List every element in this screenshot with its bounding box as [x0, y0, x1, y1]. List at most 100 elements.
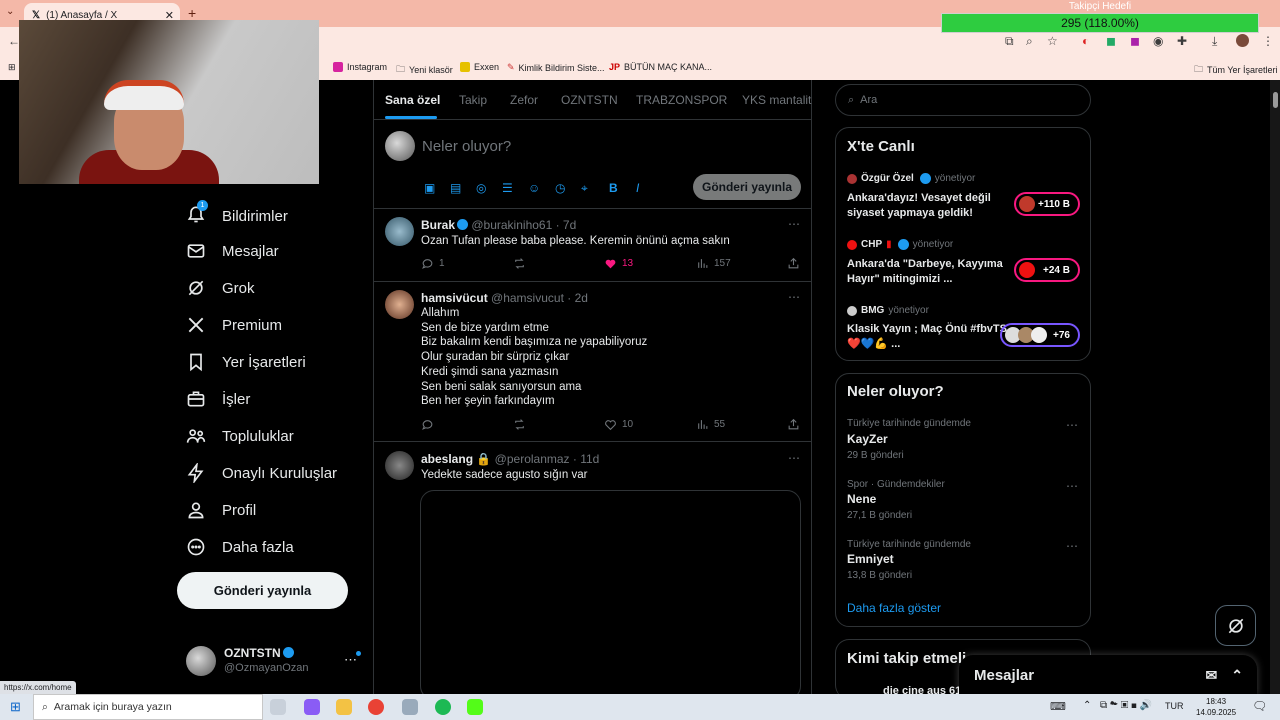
- expand-up-icon[interactable]: ⌃: [1231, 667, 1243, 684]
- nav-jobs[interactable]: İşler: [186, 389, 250, 409]
- nav-profile[interactable]: Profil: [186, 500, 256, 520]
- all-bookmarks[interactable]: 🗀 Tüm Yer İşaretleri: [1194, 62, 1278, 78]
- tab-yks-mantalite[interactable]: YKS mantalite: [742, 93, 812, 107]
- show-more-link[interactable]: Daha fazla göster: [847, 601, 941, 615]
- repost-button[interactable]: [513, 257, 526, 270]
- post-avatar[interactable]: [385, 451, 414, 480]
- trend-more-icon[interactable]: ⋯: [1066, 418, 1078, 432]
- chrome-icon[interactable]: [368, 699, 384, 715]
- bookmark-item[interactable]: Instagram: [333, 62, 387, 72]
- views-button[interactable]: 55: [696, 418, 725, 431]
- kick-icon[interactable]: [467, 699, 483, 715]
- nav-communities[interactable]: Topluluklar: [186, 426, 294, 446]
- messages-drawer[interactable]: Mesajlar ✉ ⌃: [959, 655, 1257, 695]
- location-icon[interactable]: ⌖: [581, 181, 588, 196]
- bookmark-folder[interactable]: 🗀 Yeni klasör: [396, 62, 453, 78]
- live-listeners-pill[interactable]: +24 B: [1014, 258, 1080, 282]
- schedule-icon[interactable]: ◷: [555, 181, 565, 195]
- extension-icon[interactable]: ◐: [1082, 34, 1089, 48]
- extension-icon[interactable]: ◼: [1130, 34, 1140, 48]
- post-more-icon[interactable]: ⋯: [788, 290, 800, 304]
- tray-icons[interactable]: ⧉ ☁ ▣ ◼ 🔊: [1100, 700, 1152, 711]
- reply-button[interactable]: [421, 418, 434, 431]
- nav-premium[interactable]: Premium: [186, 315, 282, 335]
- language-indicator[interactable]: TUR: [1165, 701, 1184, 711]
- notifications-icon[interactable]: 🗨: [1252, 699, 1267, 713]
- composer-post-button[interactable]: Gönderi yayınla: [693, 174, 801, 200]
- spotify-icon[interactable]: [435, 699, 451, 715]
- scrollbar-thumb[interactable]: [1273, 92, 1278, 108]
- extension-icon[interactable]: ◉: [1153, 34, 1163, 48]
- share-button[interactable]: [787, 418, 800, 431]
- new-message-icon[interactable]: ✉: [1206, 667, 1218, 684]
- taskbar-search[interactable]: ⌕ Aramak için buraya yazın: [33, 694, 263, 720]
- live-host[interactable]: BMG yönetiyor: [847, 305, 929, 316]
- account-more-icon[interactable]: ⋯: [344, 652, 357, 668]
- post-button[interactable]: Gönderi yayınla: [177, 572, 348, 609]
- nav-notifications[interactable]: 1 Bildirimler: [186, 200, 288, 228]
- copilot-icon[interactable]: [304, 699, 320, 715]
- bookmark-item[interactable]: ✎ Kimlik Bildirim Siste...: [507, 62, 605, 73]
- tab-following[interactable]: Takip: [459, 93, 487, 107]
- new-tab-icon[interactable]: +: [188, 5, 196, 21]
- views-button[interactable]: 157: [696, 257, 731, 270]
- tab-search-chevron-icon[interactable]: ⌄: [6, 6, 14, 17]
- reply-button[interactable]: 1: [421, 257, 445, 270]
- windows-start-icon[interactable]: ⊞: [10, 699, 21, 715]
- like-button[interactable]: 10: [604, 418, 633, 431]
- nav-more[interactable]: Daha fazla: [186, 537, 294, 557]
- app-icon[interactable]: [402, 699, 418, 715]
- cast-icon[interactable]: ⧉: [1005, 34, 1014, 49]
- zoom-icon[interactable]: ⌕: [1026, 34, 1033, 49]
- post-more-icon[interactable]: ⋯: [788, 217, 800, 231]
- bold-icon[interactable]: B: [609, 181, 618, 195]
- file-explorer-icon[interactable]: [336, 699, 352, 715]
- task-view-icon[interactable]: [270, 699, 286, 715]
- trend-more-icon[interactable]: ⋯: [1066, 539, 1078, 553]
- live-host[interactable]: Özgür Özel yönetiyor: [847, 173, 975, 184]
- apps-grid-icon[interactable]: ⊞: [8, 62, 16, 73]
- extensions-puzzle-icon[interactable]: ✚: [1177, 34, 1187, 48]
- nav-messages[interactable]: Mesajlar: [186, 241, 279, 261]
- nav-grok[interactable]: Grok: [186, 278, 255, 298]
- nav-verified-orgs[interactable]: Onaylı Kuruluşlar: [186, 463, 337, 483]
- live-title[interactable]: Ankara'dayız! Vesayet değil siyaset yapm…: [847, 191, 1012, 221]
- live-listeners-pill[interactable]: +110 B: [1014, 192, 1080, 216]
- tray-chevron-icon[interactable]: ⌃: [1083, 700, 1091, 711]
- post-media[interactable]: [420, 490, 801, 700]
- search-input[interactable]: ⌕ Ara: [835, 84, 1091, 116]
- share-button[interactable]: [787, 257, 800, 270]
- live-listeners-pill[interactable]: +76: [1000, 323, 1080, 347]
- like-button[interactable]: 13: [604, 257, 633, 270]
- grok-fab[interactable]: [1215, 605, 1256, 646]
- post-avatar[interactable]: [385, 217, 414, 246]
- live-title[interactable]: Ankara'da "Darbeye, Kayyıma Hayır" mitin…: [847, 257, 1012, 287]
- live-title[interactable]: Klasik Yayın ; Maç Önü #fbvTS ❤️💙💪 ...: [847, 322, 1012, 352]
- post[interactable]: hamsivücut @hamsivucut · 2d ⋯ Allahım Se…: [373, 282, 812, 442]
- composer-input[interactable]: Neler oluyor?: [422, 138, 511, 155]
- clock[interactable]: 18:43 14.09.2025: [1196, 696, 1236, 718]
- menu-dots-icon[interactable]: ⋮: [1262, 34, 1274, 48]
- post[interactable]: Burak @burakiniho61 · 7d ⋯ Ozan Tufan pl…: [373, 209, 812, 282]
- poll-icon[interactable]: ☰: [502, 181, 513, 195]
- profile-avatar[interactable]: [1236, 34, 1249, 47]
- nav-bookmarks[interactable]: Yer İşaretleri: [186, 352, 306, 372]
- repost-button[interactable]: [513, 418, 526, 431]
- download-icon[interactable]: ⤓: [1212, 34, 1217, 49]
- page-scrollbar[interactable]: [1270, 80, 1280, 694]
- grok-icon[interactable]: ◎: [476, 181, 486, 195]
- post-avatar[interactable]: [385, 290, 414, 319]
- post-author[interactable]: abeslang 🔒 @perolanmaz · 11d: [421, 452, 599, 466]
- tab-trabzonspor[interactable]: TRABZONSPOR: [636, 93, 727, 107]
- trend-name[interactable]: KayZer: [847, 432, 888, 446]
- tab-ozntstn[interactable]: OZNTSTN: [561, 93, 618, 107]
- tab-for-you[interactable]: Sana özel: [385, 93, 440, 107]
- emoji-icon[interactable]: ☺: [528, 181, 540, 195]
- gif-icon[interactable]: ▤: [450, 181, 461, 195]
- tab-zefor[interactable]: Zefor: [510, 93, 538, 107]
- trend-name[interactable]: Nene: [847, 492, 876, 506]
- bookmark-star-icon[interactable]: ☆: [1047, 34, 1058, 48]
- extension-icon[interactable]: ◼: [1106, 34, 1116, 48]
- post-author[interactable]: Burak @burakiniho61 · 7d: [421, 218, 576, 232]
- post-author[interactable]: hamsivücut @hamsivucut · 2d: [421, 291, 588, 305]
